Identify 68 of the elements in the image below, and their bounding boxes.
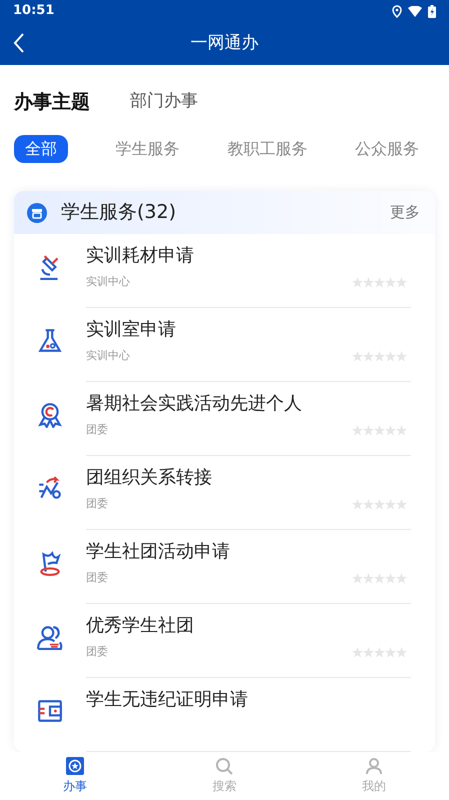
flask-icon <box>37 328 63 354</box>
section-title: 学生服务(32) <box>61 200 176 226</box>
star-badge-icon <box>66 757 84 775</box>
filter-chip[interactable]: 教职工服务 <box>227 137 308 161</box>
star-icon <box>374 498 385 510</box>
battery-icon <box>428 4 436 18</box>
people-icon <box>37 624 63 650</box>
star-icon <box>374 646 385 658</box>
star-icon <box>363 350 374 362</box>
nav-label: 搜索 <box>212 778 236 795</box>
star-icon <box>352 646 363 658</box>
service-title[interactable]: 优秀学生社团 <box>86 614 411 638</box>
service-title[interactable]: 团组织关系转接 <box>86 466 411 490</box>
service-title[interactable]: 暑期社会实践活动先进个人 <box>86 392 411 416</box>
medal-icon <box>37 402 63 428</box>
service-title[interactable]: 学生社团活动申请 <box>86 540 411 564</box>
star-icon <box>363 276 374 288</box>
wifi-icon <box>408 6 422 16</box>
star-icon <box>396 498 407 510</box>
star-icon <box>352 276 363 288</box>
header-title: 一网通办 <box>190 32 258 55</box>
star-icon <box>363 498 374 510</box>
back-icon[interactable] <box>13 33 25 53</box>
star-icon <box>374 350 385 362</box>
star-icon <box>374 424 385 436</box>
department-label: 团委 <box>86 496 108 512</box>
star-icon <box>396 572 407 584</box>
search-icon <box>215 757 234 775</box>
star-icon <box>352 350 363 362</box>
star-icon <box>385 276 396 288</box>
department-label: 实训中心 <box>86 274 130 290</box>
department-label: 团委 <box>86 644 108 660</box>
topic-tab[interactable]: 部门办事 <box>130 89 198 115</box>
star-icon <box>352 498 363 510</box>
star-icon <box>352 424 363 436</box>
wallet-icon <box>37 698 63 724</box>
service-title[interactable]: 实训耗材申请 <box>86 244 411 268</box>
star-icon <box>352 572 363 584</box>
nav-label: 我的 <box>362 778 386 795</box>
location-icon <box>392 4 402 18</box>
filter-chip[interactable]: 学生服务 <box>116 137 180 161</box>
service-title[interactable]: 实训室申请 <box>86 318 411 342</box>
star-icon <box>396 350 407 362</box>
nav-tab[interactable]: 办事 <box>34 757 115 795</box>
service-title[interactable]: 学生无违纪证明申请 <box>86 688 411 712</box>
department-label: 团委 <box>86 422 108 438</box>
star-icon <box>374 572 385 584</box>
topic-tab[interactable]: 办事主题 <box>14 88 90 116</box>
star-icon <box>396 646 407 658</box>
star-icon <box>374 276 385 288</box>
filter-chip[interactable]: 公众服务 <box>354 137 419 161</box>
nav-label: 办事 <box>62 778 87 795</box>
star-icon <box>385 572 396 584</box>
star-icon <box>396 276 407 288</box>
filter-chip[interactable]: 全部 <box>14 135 68 163</box>
star-icon <box>363 424 374 436</box>
star-icon <box>363 572 374 584</box>
status-time: 10:51 <box>13 2 54 20</box>
star-icon <box>385 498 396 510</box>
person-icon <box>365 757 384 775</box>
star-icon <box>396 424 407 436</box>
star-icon <box>363 646 374 658</box>
more-link[interactable]: 更多 <box>390 201 422 224</box>
department-label: 实训中心 <box>86 348 130 364</box>
star-icon <box>385 424 396 436</box>
department-label: 团委 <box>86 570 108 586</box>
star-icon <box>385 646 396 658</box>
star-icon <box>385 350 396 362</box>
